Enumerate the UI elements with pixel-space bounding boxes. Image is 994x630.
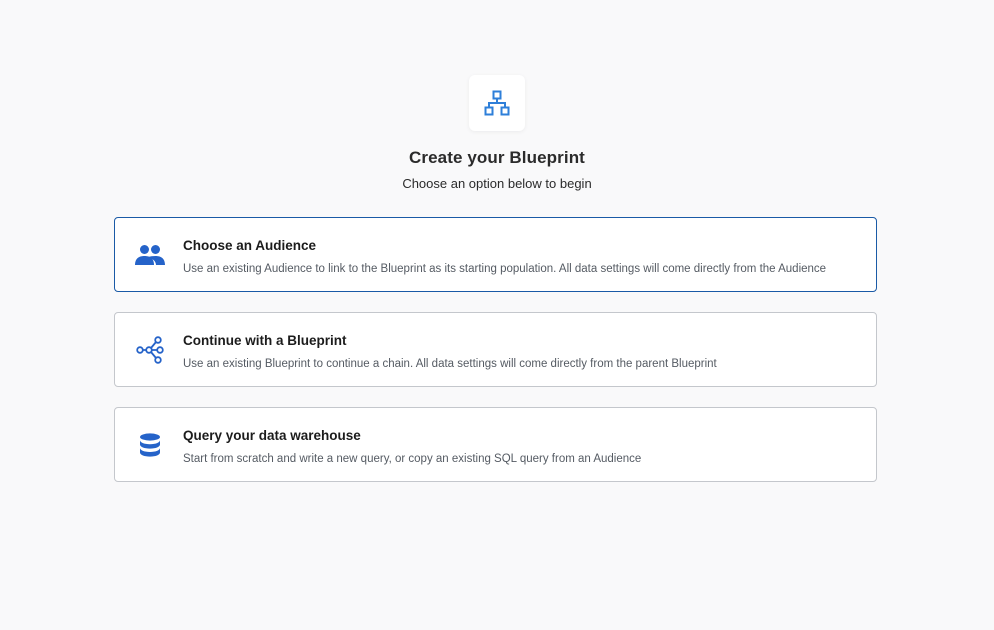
query-warehouse-option[interactable]: Query your data warehouse Start from scr…: [114, 407, 877, 482]
option-description: Start from scratch and write a new query…: [183, 453, 642, 465]
page-title: Create your Blueprint: [409, 148, 585, 167]
continue-blueprint-option[interactable]: Continue with a Blueprint Use an existin…: [114, 312, 877, 387]
option-title: Choose an Audience: [183, 238, 317, 253]
page-subtitle: Choose an option below to begin: [402, 176, 592, 191]
sitemap-icon: [484, 90, 510, 116]
option-title: Query your data warehouse: [183, 428, 361, 443]
database-icon: [135, 432, 165, 458]
option-title: Continue with a Blueprint: [183, 333, 347, 348]
share-nodes-icon: [135, 336, 165, 364]
choose-audience-option[interactable]: Choose an Audience Use an existing Audie…: [114, 217, 877, 292]
option-description: Use an existing Audience to link to the …: [183, 263, 827, 275]
hero-icon-container: [469, 75, 525, 131]
people-icon: [135, 242, 165, 268]
option-description: Use an existing Blueprint to continue a …: [183, 358, 717, 370]
